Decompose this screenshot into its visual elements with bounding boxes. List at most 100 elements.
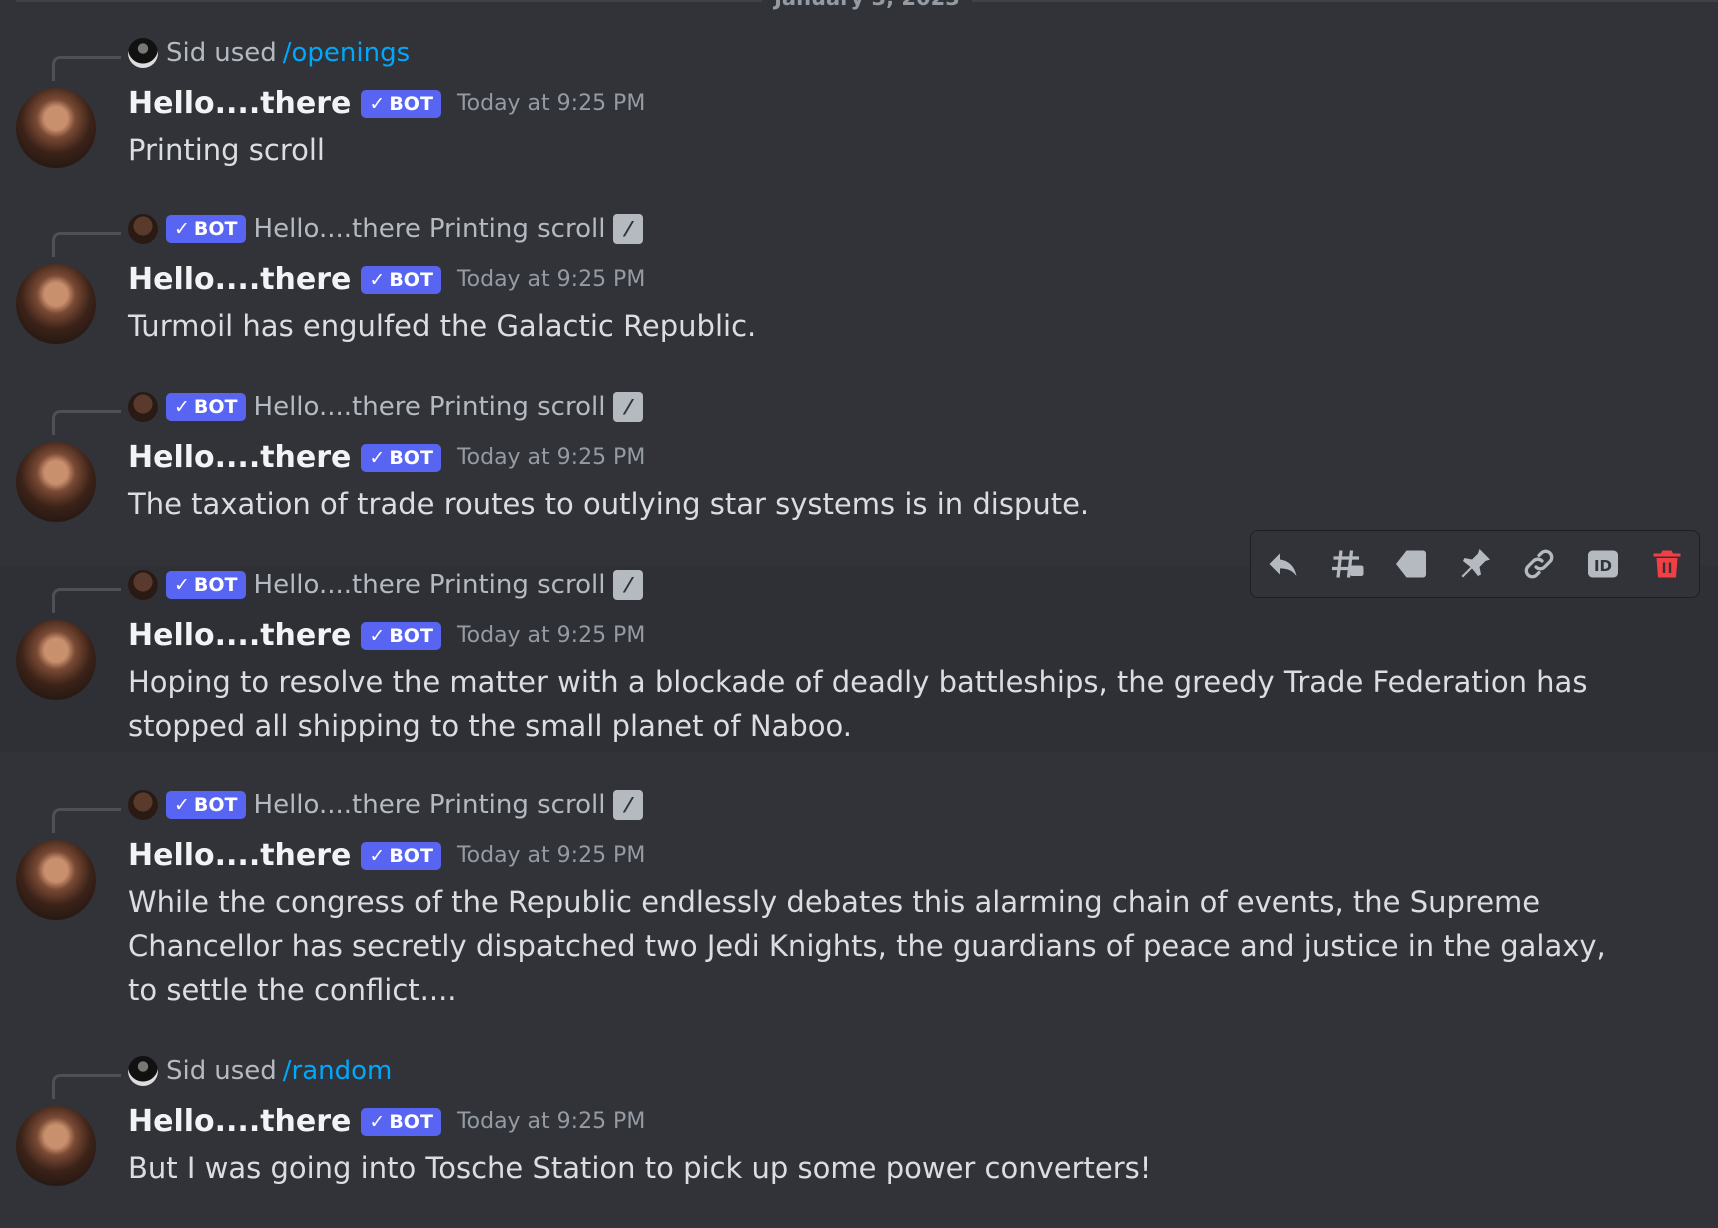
bot-avatar[interactable] — [16, 442, 96, 522]
reply-preview[interactable]: Printing scroll — [429, 790, 606, 820]
message[interactable]: ✓ BOT Hello....there Printing scroll ⁄ He… — [0, 212, 1718, 372]
reply-spine — [52, 588, 121, 613]
message[interactable]: Sid used /random Hello....there ✓ BOT Tod… — [0, 1054, 1718, 1228]
timestamp[interactable]: Today at 9:25 PM — [457, 445, 645, 470]
date-divider-label: January 3, 2023 — [762, 0, 972, 10]
reply-author[interactable]: Hello....there — [254, 570, 421, 600]
reply-context[interactable]: ✓ BOT Hello....there Printing scroll ⁄ — [128, 570, 644, 600]
message-header: Hello....there ✓ BOT Today at 9:25 PM — [128, 1104, 645, 1139]
reply-spine — [52, 56, 121, 81]
reply-spine — [52, 1074, 121, 1099]
timestamp[interactable]: Today at 9:25 PM — [457, 1109, 645, 1134]
reply-author[interactable]: Hello....there — [254, 392, 421, 422]
reply-preview[interactable]: Printing scroll — [429, 392, 606, 422]
message-text: While the congress of the Republic endle… — [128, 885, 1606, 1007]
verified-check-icon: ✓ — [174, 218, 190, 240]
message-header: Hello....there ✓ BOT Today at 9:25 PM — [128, 86, 645, 121]
user-avatar-small[interactable] — [128, 1056, 158, 1086]
pin-button[interactable] — [1453, 542, 1497, 586]
bot-avatar-small[interactable] — [128, 214, 158, 244]
date-divider: January 3, 2023 — [16, 0, 1718, 10]
message-header: Hello....there ✓ BOT Today at 9:25 PM — [128, 262, 645, 297]
reply-author[interactable]: Hello....there — [254, 214, 421, 244]
verified-check-icon: ✓ — [369, 268, 386, 291]
message-action-toolbar: ID — [1250, 530, 1700, 598]
reply-spine — [52, 410, 121, 435]
message-text: Hoping to resolve the matter with a bloc… — [128, 665, 1588, 743]
bot-avatar[interactable] — [16, 840, 96, 920]
context-used: used — [214, 38, 277, 68]
bot-badge: ✓ BOT — [166, 791, 246, 819]
command-context: Sid used /random — [128, 1056, 392, 1086]
bot-badge: ✓ BOT — [361, 841, 441, 870]
create-thread-icon — [1332, 550, 1364, 578]
reply-context[interactable]: ✓ BOT Hello....there Printing scroll ⁄ — [128, 790, 644, 820]
delete-icon — [1653, 550, 1681, 578]
message[interactable]: ✓ BOT Hello....there Printing scroll ⁄ He… — [0, 390, 1718, 550]
delete-button[interactable] — [1645, 542, 1689, 586]
message[interactable]: ✓ BOT Hello....there Printing scroll ⁄ He… — [0, 788, 1718, 1008]
copy-id-icon: ID — [1588, 550, 1618, 578]
copy-link-button[interactable] — [1517, 542, 1561, 586]
author-name[interactable]: Hello....there — [128, 440, 351, 475]
command-context: Sid used /openings — [128, 38, 410, 68]
author-name[interactable]: Hello....there — [128, 618, 351, 653]
verified-check-icon: ✓ — [369, 1110, 386, 1133]
bot-avatar-small[interactable] — [128, 392, 158, 422]
reply-preview[interactable]: Printing scroll — [429, 214, 606, 244]
timestamp[interactable]: Today at 9:25 PM — [457, 843, 645, 868]
message-header: Hello....there ✓ BOT Today at 9:25 PM — [128, 440, 645, 475]
author-name[interactable]: Hello....there — [128, 838, 351, 873]
message-text: Printing scroll — [128, 133, 325, 167]
message-text: But I was going into Tosche Station to p… — [128, 1151, 1152, 1185]
bot-avatar-small[interactable] — [128, 570, 158, 600]
reply-spine — [52, 808, 121, 833]
user-avatar-small[interactable] — [128, 38, 158, 68]
message-text: Turmoil has engulfed the Galactic Republ… — [128, 309, 757, 343]
timestamp[interactable]: Today at 9:25 PM — [457, 267, 645, 292]
bot-avatar[interactable] — [16, 1106, 96, 1186]
command-link[interactable]: /random — [283, 1056, 393, 1086]
bot-badge: ✓ BOT — [166, 393, 246, 421]
copy-id-button[interactable]: ID — [1581, 542, 1625, 586]
context-used: used — [214, 1056, 277, 1086]
reply-icon — [1269, 553, 1297, 576]
bot-badge: ✓ BOT — [361, 265, 441, 294]
bot-avatar[interactable] — [16, 264, 96, 344]
context-user[interactable]: Sid — [166, 1056, 206, 1086]
verified-check-icon: ✓ — [369, 844, 386, 867]
svg-text:ID: ID — [1594, 557, 1612, 575]
bot-badge: ✓ BOT — [166, 215, 246, 243]
author-name[interactable]: Hello....there — [128, 1104, 351, 1139]
bot-avatar[interactable] — [16, 88, 96, 168]
message[interactable]: Sid used /openings Hello....there ✓ BOT T… — [0, 36, 1718, 196]
verified-check-icon: ✓ — [174, 574, 190, 596]
create-thread-button[interactable] — [1325, 542, 1369, 586]
tag-icon — [1396, 550, 1426, 578]
slash-command-icon: ⁄ — [613, 392, 644, 422]
verified-check-icon: ✓ — [369, 92, 386, 115]
author-name[interactable]: Hello....there — [128, 262, 351, 297]
timestamp[interactable]: Today at 9:25 PM — [457, 91, 645, 116]
bot-avatar[interactable] — [16, 620, 96, 700]
timestamp[interactable]: Today at 9:25 PM — [457, 623, 645, 648]
bot-avatar-small[interactable] — [128, 790, 158, 820]
tag-button[interactable] — [1389, 542, 1433, 586]
reply-preview[interactable]: Printing scroll — [429, 570, 606, 600]
command-link[interactable]: /openings — [283, 38, 410, 68]
reply-button[interactable] — [1261, 542, 1305, 586]
verified-check-icon: ✓ — [174, 794, 190, 816]
reply-context[interactable]: ✓ BOT Hello....there Printing scroll ⁄ — [128, 392, 644, 422]
reply-context[interactable]: ✓ BOT Hello....there Printing scroll ⁄ — [128, 214, 644, 244]
bot-badge: ✓ BOT — [361, 443, 441, 472]
verified-check-icon: ✓ — [369, 624, 386, 647]
verified-check-icon: ✓ — [369, 446, 386, 469]
verified-check-icon: ✓ — [174, 396, 190, 418]
author-name[interactable]: Hello....there — [128, 86, 351, 121]
message-text: The taxation of trade routes to outlying… — [128, 487, 1090, 521]
message-header: Hello....there ✓ BOT Today at 9:25 PM — [128, 838, 645, 873]
reply-author[interactable]: Hello....there — [254, 790, 421, 820]
bot-badge: ✓ BOT — [361, 1107, 441, 1136]
context-user[interactable]: Sid — [166, 38, 206, 68]
slash-command-icon: ⁄ — [613, 790, 644, 820]
